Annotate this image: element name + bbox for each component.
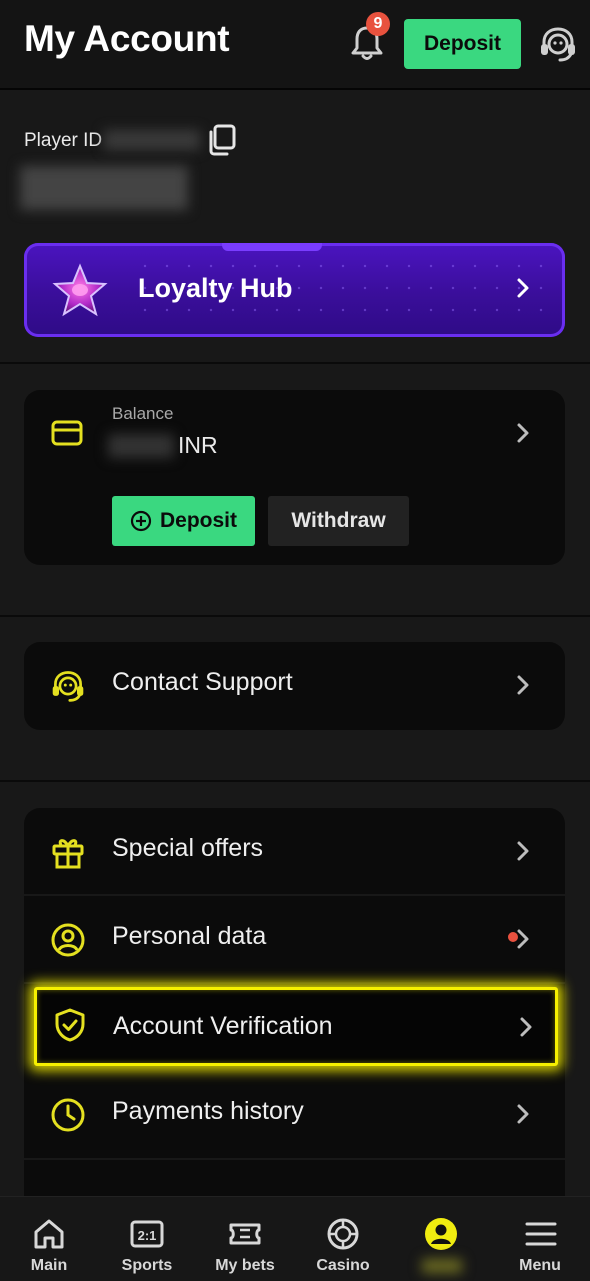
section-divider — [0, 780, 590, 782]
nav-casino[interactable]: Casino — [294, 1197, 392, 1281]
support-headset-icon[interactable] — [538, 24, 578, 64]
odds-icon: 2:1 — [130, 1217, 164, 1251]
balance-amount-redacted — [108, 434, 174, 458]
row-divider — [24, 1158, 565, 1160]
page-title: My Account — [24, 18, 230, 59]
section-divider — [0, 615, 590, 617]
balance-card: Balance INR Deposit Withdraw — [24, 390, 565, 565]
menu-item-label: Personal data — [112, 922, 267, 950]
user-circle-icon — [50, 922, 86, 958]
nav-label: Main — [30, 1257, 68, 1274]
copy-icon[interactable] — [206, 124, 236, 156]
nav-label: Sports — [121, 1257, 173, 1274]
plus-circle-icon — [130, 510, 152, 532]
chip-icon — [326, 1217, 360, 1251]
chevron-right-icon — [518, 1016, 534, 1043]
notification-badge: 9 — [366, 12, 390, 36]
chevron-right-icon — [515, 277, 531, 304]
player-id-label: Player ID — [24, 130, 103, 151]
player-id-value-redacted — [104, 130, 200, 150]
nav-label: Menu — [519, 1257, 561, 1274]
contact-support-label: Contact Support — [112, 668, 293, 696]
menu-item-label: Account Verification — [113, 1012, 333, 1040]
chevron-right-icon — [515, 840, 531, 867]
headset-icon — [50, 668, 86, 704]
contact-support-row[interactable]: Contact Support — [24, 642, 565, 728]
balance-label: Balance — [112, 404, 174, 423]
clock-icon — [50, 1097, 86, 1133]
chevron-right-icon — [515, 928, 531, 955]
top-bar: My Account 9 Deposit — [0, 0, 590, 90]
nav-main[interactable]: Main — [0, 1197, 98, 1281]
wallet-icon — [50, 418, 84, 448]
ticket-icon — [228, 1217, 262, 1251]
header-deposit-button[interactable]: Deposit — [404, 19, 521, 69]
menu-item-payments-history[interactable]: Payments history — [24, 1071, 565, 1157]
menu-item-special-offers[interactable]: Special offers — [24, 808, 565, 894]
home-icon — [32, 1217, 66, 1251]
hamburger-icon — [524, 1217, 558, 1251]
player-name-redacted — [20, 166, 188, 210]
nav-sports[interactable]: 2:1 Sports — [98, 1197, 196, 1281]
menu-item-label: Special offers — [112, 834, 264, 862]
withdraw-button[interactable]: Withdraw — [268, 496, 409, 546]
row-divider — [24, 982, 565, 984]
menu-item-label: Payments history — [112, 1097, 304, 1125]
deposit-button-label: Deposit — [159, 509, 237, 532]
odds-icon-text: 2:1 — [138, 1228, 157, 1243]
star-icon — [52, 263, 108, 319]
shield-check-icon — [52, 1007, 88, 1043]
nav-menu[interactable]: Menu — [490, 1197, 590, 1281]
account-icon — [424, 1217, 458, 1251]
balance-currency: INR — [178, 432, 218, 458]
menu-item-personal-data[interactable]: Personal data — [24, 896, 565, 982]
loyalty-hub-banner[interactable]: Loyalty Hub — [24, 243, 565, 337]
contact-support-card[interactable]: Contact Support — [24, 642, 565, 730]
menu-item-account-verification[interactable]: Account Verification — [34, 987, 558, 1066]
nav-account-active[interactable] — [392, 1197, 490, 1281]
nav-my-bets[interactable]: My bets — [196, 1197, 294, 1281]
section-divider — [0, 362, 590, 364]
nav-account-label-redacted — [422, 1259, 462, 1273]
chevron-right-icon — [515, 1103, 531, 1130]
nav-label: My bets — [215, 1257, 275, 1274]
chevron-right-icon — [515, 674, 531, 701]
banner-notch — [222, 243, 322, 251]
loyalty-hub-label: Loyalty Hub — [138, 273, 293, 303]
nav-label: Casino — [316, 1257, 370, 1274]
deposit-button[interactable]: Deposit — [112, 496, 255, 546]
chevron-right-icon[interactable] — [515, 422, 531, 449]
gift-icon — [50, 834, 86, 870]
bottom-navigation: Main 2:1 Sports My bets Casino Menu — [0, 1196, 590, 1281]
